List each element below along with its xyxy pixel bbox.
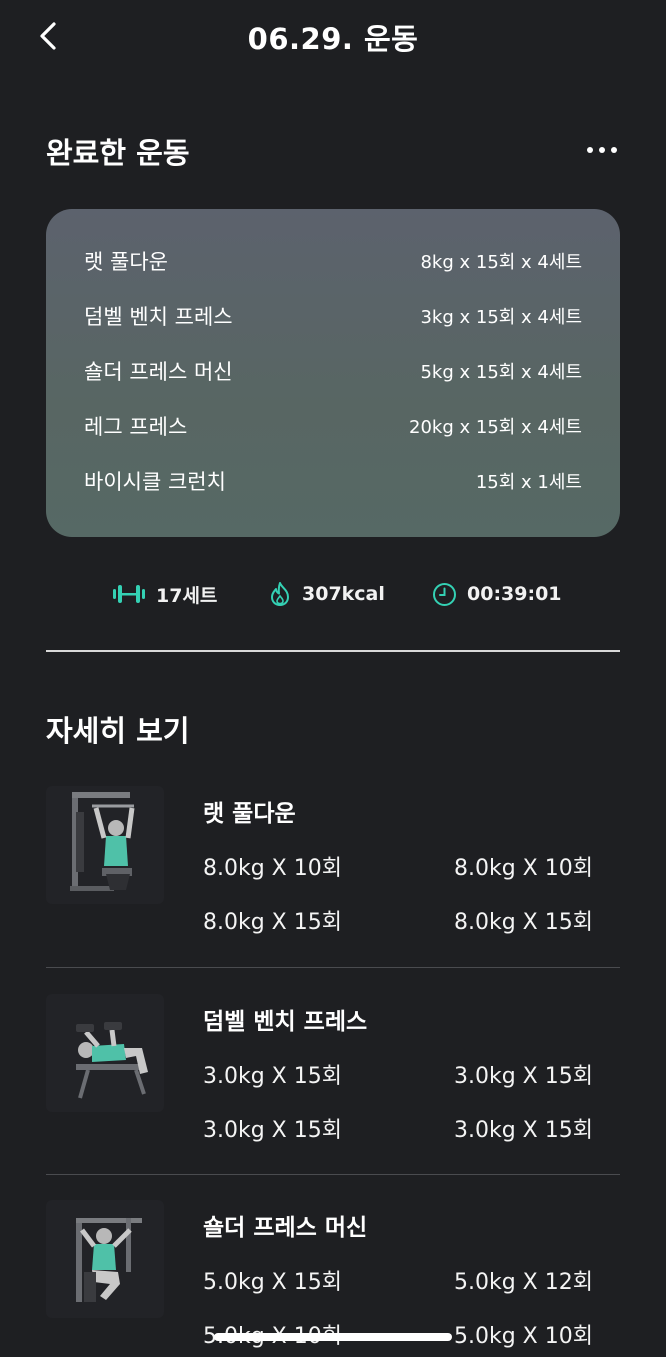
dumbbell-icon: [113, 585, 145, 603]
detail-section-title: 자세히 보기: [46, 714, 190, 748]
set-entry: 5.0kg X 10회: [454, 1324, 593, 1349]
summary-exercise-name: 덤벨 벤치 프레스: [84, 305, 233, 329]
home-indicator[interactable]: [214, 1333, 452, 1341]
summary-exercise-name: 레그 프레스: [84, 415, 188, 439]
clock-icon: [433, 582, 456, 606]
summary-row: 바이시클 크런치 15회 x 1세트: [84, 463, 582, 499]
exercise-item-dumbbell-bench-press[interactable]: 덤벨 벤치 프레스 3.0kg X 15회 3.0kg X 15회 3.0kg …: [46, 994, 620, 1184]
summary-exercise-name: 숄더 프레스 머신: [84, 360, 233, 384]
exercise-divider: [46, 1174, 620, 1175]
set-entry: 8.0kg X 15회: [203, 910, 342, 935]
summary-exercise-name: 랫 풀다운: [84, 250, 168, 274]
header: 06.29. 운동: [0, 0, 666, 76]
stat-duration: 00:39:01: [432, 576, 562, 612]
exercise-name: 숄더 프레스 머신: [203, 1215, 368, 1241]
set-entry: 3.0kg X 15회: [203, 1118, 342, 1143]
lat-pulldown-illustration: [46, 786, 164, 904]
set-entry: 8.0kg X 10회: [203, 856, 342, 881]
workout-stats: 17세트 307kcal 00:39:01: [0, 576, 666, 612]
summary-exercise-detail: 5kg x 15회 x 4세트: [420, 362, 582, 383]
stat-sets-value: 17세트: [156, 584, 218, 607]
set-entry: 3.0kg X 15회: [454, 1118, 593, 1143]
exercise-name: 덤벨 벤치 프레스: [203, 1009, 368, 1035]
stat-calories: 307kcal: [268, 576, 385, 612]
set-entry: 5.0kg X 15회: [203, 1270, 342, 1295]
exercise-divider: [46, 967, 620, 968]
exercise-name: 랫 풀다운: [203, 801, 296, 827]
exercise-item-lat-pulldown[interactable]: 랫 풀다운 8.0kg X 10회 8.0kg X 10회 8.0kg X 15…: [46, 786, 620, 976]
stat-sets: 17세트: [112, 576, 217, 612]
summary-row: 레그 프레스 20kg x 15회 x 4세트: [84, 408, 582, 444]
more-options-button[interactable]: [582, 138, 622, 162]
summary-exercise-detail: 15회 x 1세트: [475, 472, 582, 493]
more-horizontal-icon: [587, 147, 593, 153]
summary-row: 덤벨 벤치 프레스 3kg x 15회 x 4세트: [84, 298, 582, 334]
set-entry: 5.0kg X 12회: [454, 1270, 593, 1295]
set-entry: 8.0kg X 15회: [454, 910, 593, 935]
summary-exercise-detail: 3kg x 15회 x 4세트: [420, 307, 582, 328]
page-title: 06.29. 운동: [247, 22, 419, 56]
stat-duration-value: 00:39:01: [467, 583, 562, 605]
summary-exercise-detail: 8kg x 15회 x 4세트: [420, 252, 582, 273]
summary-row: 랫 풀다운 8kg x 15회 x 4세트: [84, 243, 582, 279]
stat-calories-value: 307kcal: [302, 583, 385, 605]
workout-detail-screen: 06.29. 운동 완료한 운동 랫 풀다운 8kg x 15회 x 4세트 덤…: [0, 0, 666, 1357]
summary-exercise-name: 바이시클 크런치: [84, 470, 226, 494]
flame-icon: [271, 582, 289, 606]
set-entry: 8.0kg X 10회: [454, 856, 593, 881]
set-entry: 3.0kg X 15회: [203, 1064, 342, 1089]
summary-exercise-detail: 20kg x 15회 x 4세트: [409, 417, 582, 438]
shoulder-press-machine-illustration: [46, 1200, 164, 1318]
completed-section-title: 완료한 운동: [46, 136, 190, 170]
completed-summary-card: 랫 풀다운 8kg x 15회 x 4세트 덤벨 벤치 프레스 3kg x 15…: [46, 209, 620, 537]
set-entry: 3.0kg X 15회: [454, 1064, 593, 1089]
section-divider: [46, 650, 620, 652]
dumbbell-bench-press-illustration: [46, 994, 164, 1112]
summary-row: 숄더 프레스 머신 5kg x 15회 x 4세트: [84, 353, 582, 389]
